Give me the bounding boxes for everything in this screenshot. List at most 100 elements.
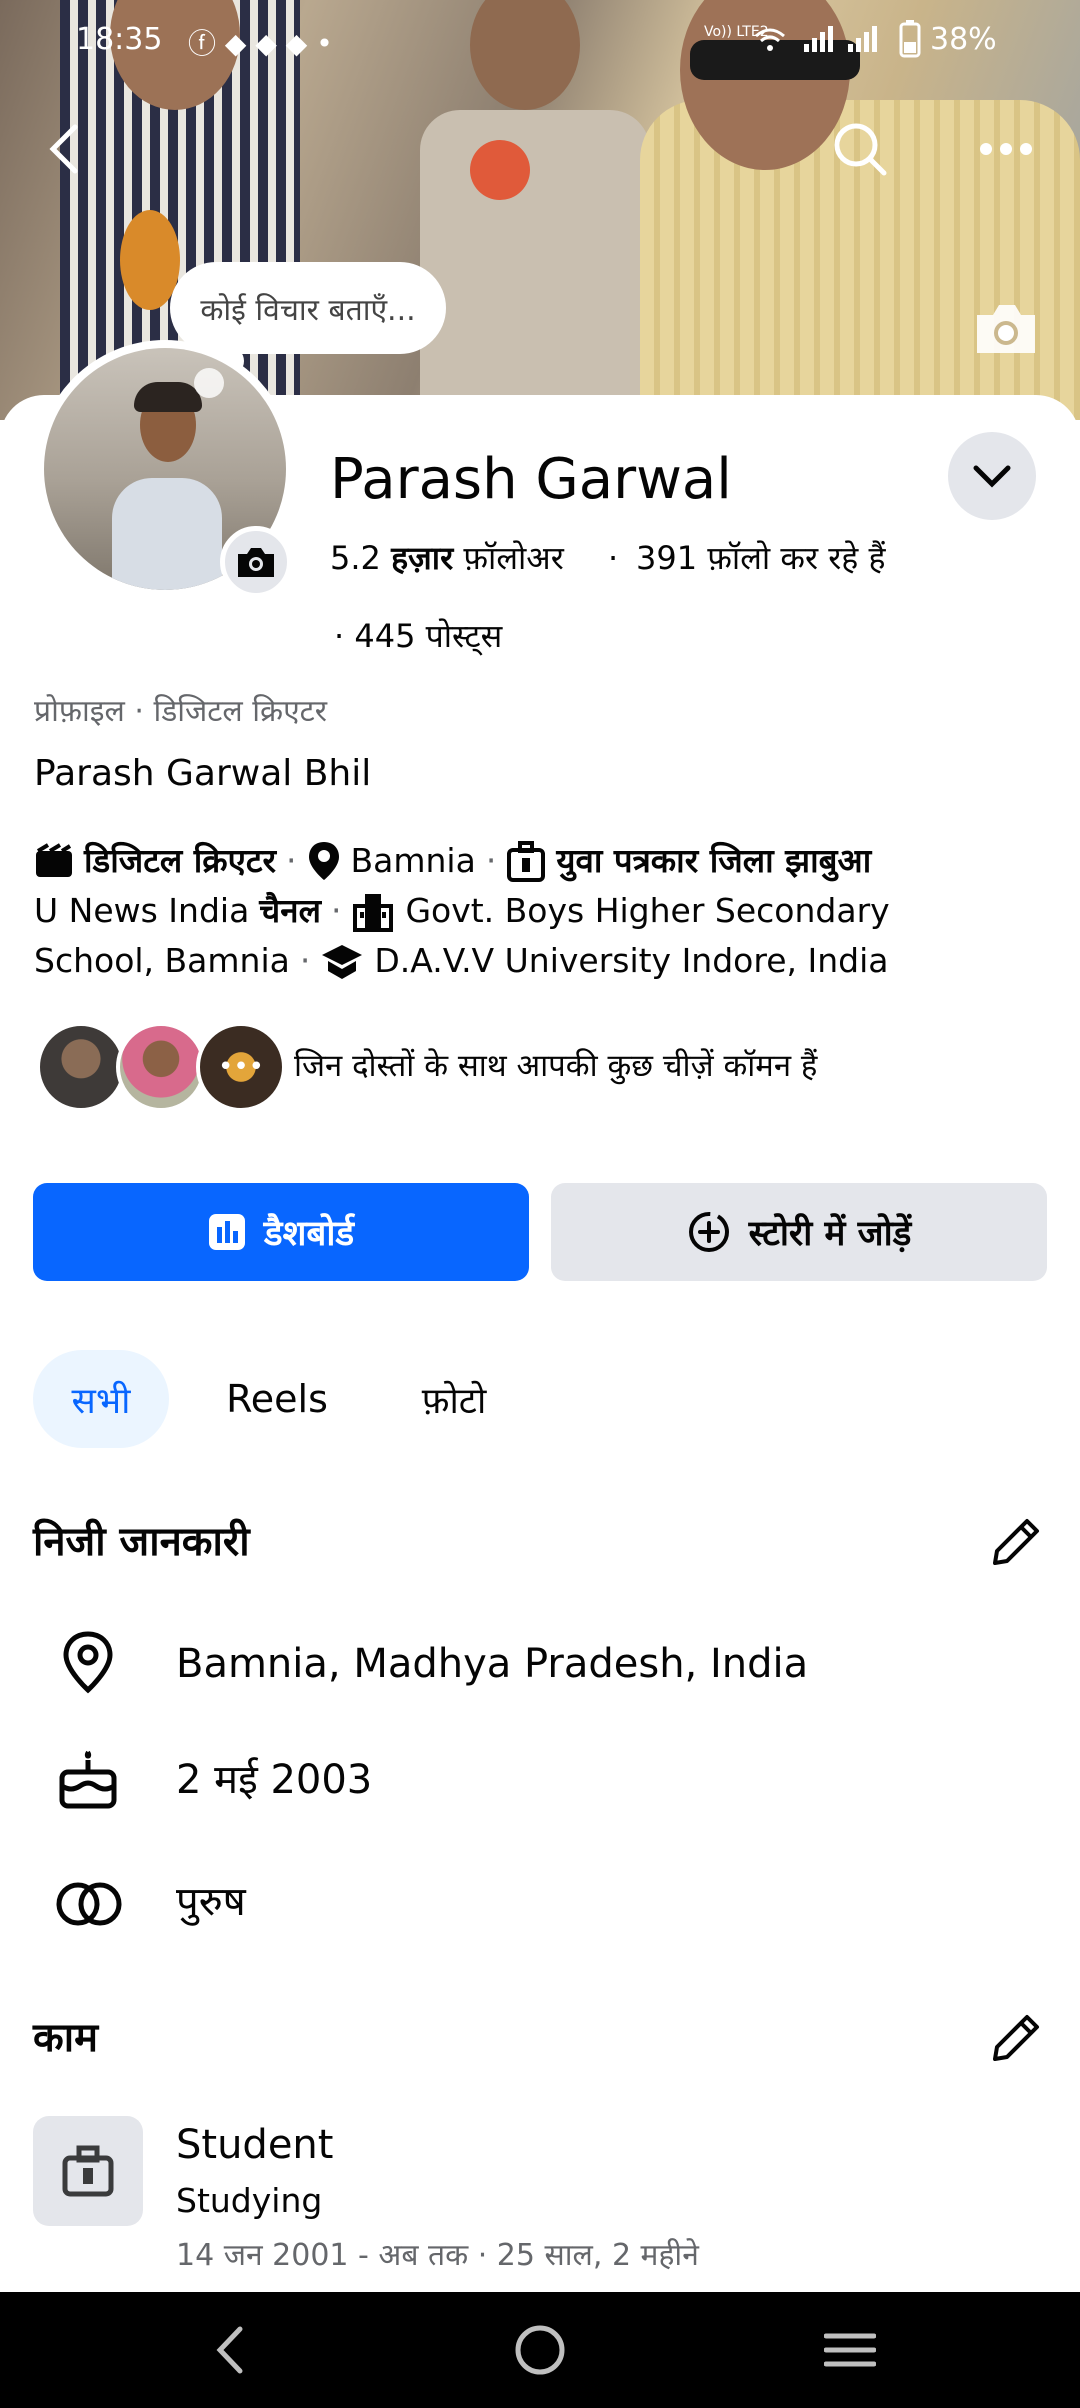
location-icon [63,1631,113,1694]
mutual-avatar-more: ••• [196,1022,286,1112]
thought-bubble-text: कोई विचार बताएँ... [200,292,416,328]
personal-location: Bamnia, Madhya Pradesh, India [176,1641,809,1687]
gender-icon [56,1882,122,1926]
thought-bubble[interactable]: कोई विचार बताएँ... [170,262,446,354]
nav-home-button[interactable] [500,2310,580,2390]
profile-bio: Parash Garwal Bhil [34,753,372,794]
detail-job: युवा पत्रकार जिला झाबुआ [556,841,872,880]
briefcase-icon [62,2145,114,2197]
followers-stat[interactable]: 5.2 हज़ार फ़ॉलोअर [330,534,564,582]
edit-icon [993,2015,1039,2061]
back-icon [216,2326,243,2374]
briefcase-icon [507,841,546,882]
category-prefix: प्रोफ़ाइल [34,694,125,729]
dot-separator: · [330,891,342,930]
location-icon [308,842,339,880]
system-nav-bar [0,2292,1080,2408]
personal-gender: पुरुष [176,1879,246,1925]
tab-reels[interactable]: Reels [200,1350,354,1448]
more-button[interactable] [966,114,1046,184]
more-icon [980,143,1032,155]
detail-university: D.A.V.V University Indore, India [374,941,889,980]
section-title-work: काम [33,2015,98,2061]
followers-count: 5.2 [330,539,381,577]
detail-school-line1: Govt. Boys Higher Secondary [405,891,890,930]
dot-separator: · [299,941,311,980]
dashboard-icon [208,1214,245,1250]
add-story-icon [688,1212,729,1252]
edit-cover-button[interactable] [966,294,1046,364]
details-line-1: डिजिटल क्रिएटर · Bamnia · युवा पत्रकार ज… [34,836,871,886]
dashboard-button[interactable]: डैशबोर्ड [33,1183,529,1281]
birthday-icon [59,1750,117,1809]
dot-separator: · [485,841,497,880]
profile-name: Parash Garwal [330,447,732,512]
work-dates-line: 14 जन 2001 - अब तक · 25 साल, 2 महीने [176,2234,699,2278]
avatar-camera-button[interactable] [220,526,292,598]
mutual-avatars[interactable]: ••• [36,1022,286,1112]
home-icon [515,2325,565,2375]
profile-dropdown-button[interactable] [948,432,1036,520]
add-story-label: स्टोरी में जोड़ें [748,1213,912,1254]
back-button[interactable] [30,114,100,184]
mutual-avatar [36,1022,126,1112]
mutual-text: जिन दोस्तों के साथ आपकी कुछ चीज़ें कॉमन … [294,1048,818,1084]
edit-work-button[interactable] [986,2008,1046,2068]
signal-icons [755,26,877,52]
category-label: डिजिटल क्रिएटर [153,694,328,729]
posts-stat[interactable]: · 445 पोस्ट्स [334,612,502,660]
battery-icon [899,20,921,58]
dot-separator: · [286,841,297,880]
tab-all[interactable]: सभी [33,1350,169,1448]
work-place: Studying [176,2181,323,2220]
battery-percent: 38% [930,22,997,57]
dot-separator: · [134,694,154,729]
detail-job-channel: U News India [34,891,250,930]
detail-category: डिजिटल क्रिएटर [84,841,276,880]
posts-count: 445 [354,617,416,655]
followers-unit: हज़ार [391,539,454,577]
add-story-button[interactable]: स्टोरी में जोड़ें [551,1183,1047,1281]
school-icon [353,894,394,932]
following-label: फ़ॉलो कर रहे हैं [707,539,886,577]
section-title-personal: निजी जानकारी [33,1519,250,1565]
dot-separator: · [477,2238,497,2273]
details-line-2: U News India चैनल · Govt. Boys Higher Se… [34,886,890,936]
dashboard-label: डैशबोर्ड [263,1213,355,1254]
edit-icon [993,1519,1039,1565]
camera-icon [977,305,1035,353]
followers-label: फ़ॉलोअर [463,539,564,577]
menu-icon [824,2333,876,2367]
detail-job-channel-suffix: चैनल [259,891,321,930]
status-bar: 18:35 ⓕ ◆ ◆ ◆ • Vo)) LTE2 38% [0,0,1080,76]
mutual-avatar [116,1022,206,1112]
following-count: 391 [636,539,698,577]
work-duration: 25 साल, 2 महीने [496,2238,699,2273]
detail-school-line2: School, Bamnia [34,941,290,980]
personal-birthday: 2 मई 2003 [176,1757,373,1803]
profile-category: प्रोफ़ाइल · डिजिटल क्रिएटर [34,690,327,734]
tab-reels-label: Reels [226,1377,328,1421]
back-icon [49,124,78,174]
profile-sheet [0,395,1080,2295]
nav-recents-button[interactable] [810,2310,890,2390]
nav-back-button[interactable] [190,2310,270,2390]
detail-location: Bamnia [350,841,476,880]
tab-all-label: सभी [71,1380,131,1422]
edit-personal-button[interactable] [986,1512,1046,1572]
tab-photos[interactable]: फ़ोटो [394,1350,514,1448]
search-button[interactable] [820,114,900,184]
posts-label: पोस्ट्स [425,617,503,655]
search-icon [834,123,887,176]
details-line-3: School, Bamnia · D.A.V.V University Indo… [34,936,888,986]
tab-photos-label: फ़ोटो [421,1380,487,1422]
clapper-icon [36,843,72,877]
notification-icons: ⓕ ◆ ◆ ◆ • [188,27,333,60]
graduation-icon [322,945,363,979]
network-label: Vo)) LTE2 [704,24,769,40]
status-time: 18:35 [76,22,163,57]
following-stat[interactable]: 391 फ़ॉलो कर रहे हैं [636,534,885,582]
work-dates: 14 जन 2001 - अब तक [176,2238,469,2273]
work-role: Student [176,2122,334,2168]
chevron-down-icon [973,465,1011,488]
